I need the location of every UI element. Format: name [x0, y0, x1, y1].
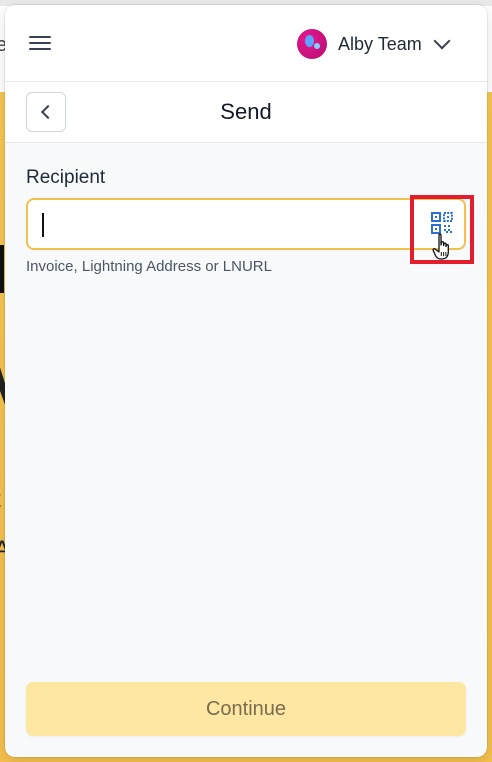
page-header: Send [5, 82, 487, 143]
background-block-fragment [0, 245, 4, 293]
extension-popup: Alby Team Send Recipient Invoice, Lightn… [5, 5, 487, 757]
recipient-hint: Invoice, Lightning Address or LNURL [26, 258, 272, 275]
chevron-down-icon [433, 32, 451, 50]
recipient-label: Recipient [26, 167, 106, 188]
avatar [297, 29, 327, 59]
continue-button[interactable]: Continue [26, 682, 466, 736]
text-caret [42, 213, 44, 237]
hand-pointer-cursor-icon [432, 233, 452, 261]
account-name: Alby Team [338, 33, 422, 54]
page-title: Send [220, 99, 272, 124]
menu-icon[interactable] [29, 36, 51, 52]
background-text-fragment: t [0, 486, 1, 514]
recipient-input-container [26, 198, 466, 250]
account-switcher[interactable]: Alby Team [297, 28, 451, 60]
top-bar: Alby Team [5, 5, 487, 82]
recipient-input[interactable] [40, 210, 404, 240]
